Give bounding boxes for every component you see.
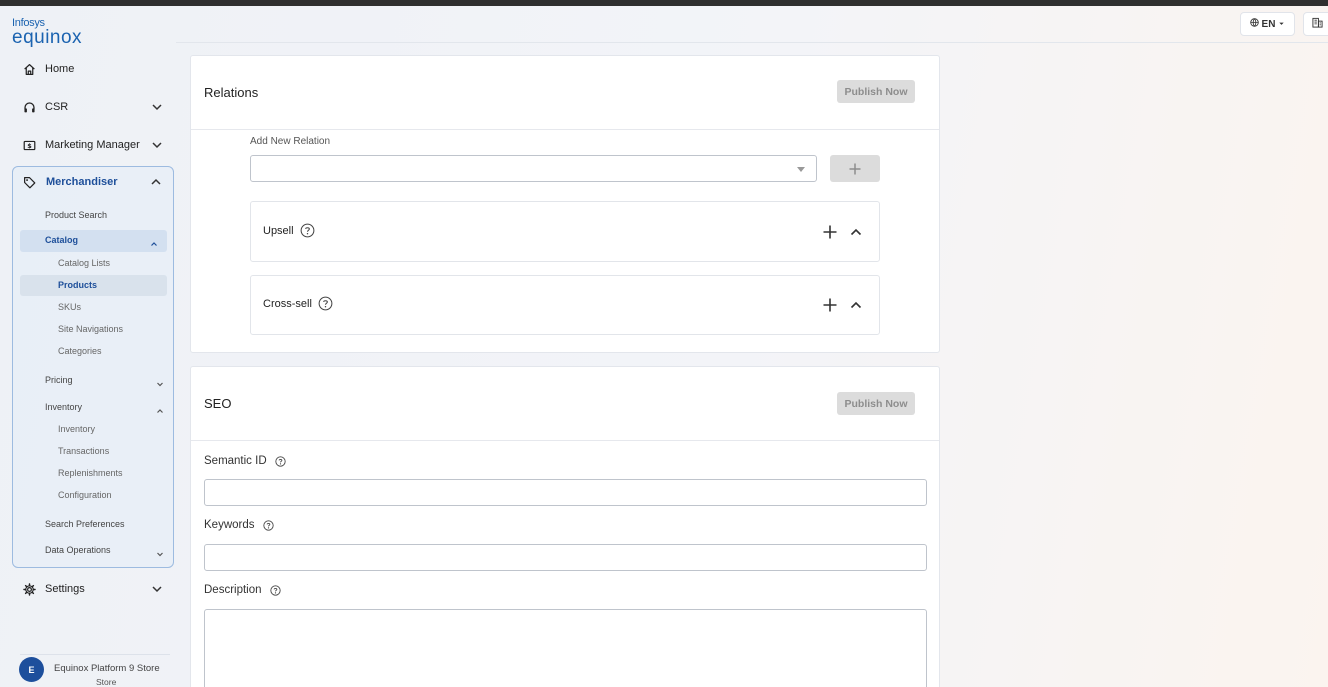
window-top-bar bbox=[0, 0, 1328, 6]
help-icon[interactable] bbox=[262, 519, 274, 531]
chevron-up-icon[interactable] bbox=[849, 225, 863, 239]
svg-text:$: $ bbox=[27, 142, 32, 150]
logo-line-2: equinox bbox=[12, 27, 83, 48]
sidebar-item-inventory[interactable]: Inventory bbox=[45, 402, 82, 412]
sidebar-item-label: Marketing Manager bbox=[45, 139, 140, 151]
avatar[interactable]: E bbox=[19, 657, 44, 682]
seo-publish-button[interactable]: Publish Now bbox=[837, 392, 915, 415]
field-label: Description bbox=[204, 584, 262, 596]
relations-card: Relations Publish Now Add New Relation U… bbox=[190, 55, 940, 353]
field-label: Semantic ID bbox=[204, 455, 267, 467]
seo-title: SEO bbox=[204, 396, 232, 411]
sidebar-item-skus[interactable]: SKUs bbox=[58, 302, 81, 312]
sidebar-item-catalog-lists[interactable]: Catalog Lists bbox=[58, 258, 110, 268]
caret-down-icon bbox=[1278, 19, 1285, 30]
sidebar-item-merchandiser[interactable]: Merchandiser bbox=[13, 167, 173, 197]
chevron-down-icon[interactable] bbox=[155, 546, 165, 557]
help-icon[interactable] bbox=[275, 455, 286, 467]
description-label: Description bbox=[204, 584, 281, 596]
plus-icon[interactable] bbox=[822, 224, 838, 240]
caret-down-icon bbox=[797, 167, 805, 172]
sidebar-item-csr[interactable]: CSR bbox=[12, 92, 174, 122]
sidebar-item-label: Catalog bbox=[45, 235, 79, 245]
sidebar-item-site-navigations[interactable]: Site Navigations bbox=[58, 324, 123, 334]
semantic-id-label: Semantic ID bbox=[204, 455, 286, 467]
card-divider bbox=[191, 129, 939, 130]
sidebar-item-data-operations[interactable]: Data Operations bbox=[45, 545, 111, 555]
building-icon bbox=[1312, 15, 1323, 33]
card-divider bbox=[191, 440, 939, 441]
sidebar-item-settings[interactable]: Settings bbox=[12, 574, 174, 604]
sidebar-item-products[interactable]: Products bbox=[20, 275, 167, 296]
chevron-down-icon[interactable] bbox=[150, 100, 164, 114]
keywords-input[interactable] bbox=[204, 544, 927, 571]
chevron-down-icon[interactable] bbox=[150, 138, 164, 152]
chevron-up-icon[interactable] bbox=[155, 403, 165, 413]
language-label: EN bbox=[1261, 18, 1276, 30]
sidebar-item-transactions[interactable]: Transactions bbox=[58, 446, 109, 456]
home-icon bbox=[22, 62, 36, 76]
panel-title: Upsell bbox=[263, 224, 294, 237]
semantic-id-input[interactable] bbox=[204, 479, 927, 506]
store-switch-button[interactable] bbox=[1303, 12, 1328, 36]
language-selector[interactable]: EN bbox=[1240, 12, 1295, 36]
keywords-label: Keywords bbox=[204, 519, 274, 531]
add-new-relation-label: Add New Relation bbox=[250, 136, 331, 147]
sidebar-item-home[interactable]: Home bbox=[12, 54, 174, 84]
chevron-down-icon[interactable] bbox=[150, 582, 164, 596]
sidebar-item-label: Home bbox=[45, 63, 75, 75]
chevron-up-icon[interactable] bbox=[849, 298, 863, 312]
help-icon[interactable] bbox=[300, 223, 315, 238]
sidebar-item-inventory-list[interactable]: Inventory bbox=[58, 424, 95, 434]
sidebar-item-label: CSR bbox=[45, 101, 69, 113]
sidebar-item-replenishments[interactable]: Replenishments bbox=[58, 468, 123, 478]
help-icon[interactable] bbox=[269, 584, 281, 596]
chevron-up-icon[interactable] bbox=[149, 236, 159, 246]
chevron-up-icon[interactable] bbox=[149, 175, 163, 189]
panel-title: Cross-sell bbox=[263, 297, 312, 310]
infosys-equinox-logo[interactable]: Infosys equinox bbox=[12, 18, 83, 48]
store-subtitle: Store bbox=[96, 677, 117, 687]
sidebar-divider bbox=[20, 654, 170, 655]
cross-sell-panel: Cross-sell bbox=[250, 275, 880, 335]
merchandiser-section: Merchandiser Product Search Catalog Cata… bbox=[12, 166, 174, 568]
sidebar-item-categories[interactable]: Categories bbox=[58, 346, 102, 356]
chevron-down-icon[interactable] bbox=[155, 376, 165, 387]
sidebar-item-configuration[interactable]: Configuration bbox=[58, 490, 112, 500]
add-new-relation-select[interactable] bbox=[250, 155, 817, 182]
plus-icon[interactable] bbox=[822, 297, 838, 313]
sidebar: Infosys equinox Home CSR $ Marketing Man… bbox=[0, 6, 176, 687]
sidebar-item-product-search[interactable]: Product Search bbox=[45, 209, 107, 221]
headset-icon bbox=[22, 100, 36, 114]
cross-sell-label: Cross-sell bbox=[263, 296, 333, 311]
description-textarea[interactable] bbox=[204, 609, 927, 687]
upsell-panel: Upsell bbox=[250, 201, 880, 262]
help-icon[interactable] bbox=[318, 296, 333, 311]
relations-publish-button[interactable]: Publish Now bbox=[837, 80, 915, 103]
sidebar-item-label: Merchandiser bbox=[46, 176, 118, 188]
money-icon: $ bbox=[22, 138, 36, 152]
sidebar-item-marketing-manager[interactable]: $ Marketing Manager bbox=[12, 130, 174, 160]
add-relation-button[interactable] bbox=[830, 155, 880, 182]
store-name[interactable]: Equinox Platform 9 Store bbox=[54, 663, 160, 674]
globe-icon bbox=[1249, 18, 1259, 30]
header-divider bbox=[176, 42, 1328, 43]
upsell-label: Upsell bbox=[263, 223, 315, 238]
sidebar-item-search-preferences[interactable]: Search Preferences bbox=[45, 519, 125, 529]
field-label: Keywords bbox=[204, 519, 255, 531]
sidebar-item-pricing[interactable]: Pricing bbox=[45, 375, 73, 385]
plus-icon bbox=[849, 163, 861, 174]
sidebar-item-catalog[interactable]: Catalog bbox=[20, 230, 167, 252]
tag-icon bbox=[23, 175, 37, 189]
seo-card: SEO Publish Now Semantic ID Keywords Des… bbox=[190, 366, 940, 687]
gear-icon bbox=[22, 582, 36, 596]
sidebar-item-label: Products bbox=[58, 280, 98, 290]
sidebar-item-label: Settings bbox=[45, 583, 85, 595]
relations-title: Relations bbox=[204, 85, 259, 100]
